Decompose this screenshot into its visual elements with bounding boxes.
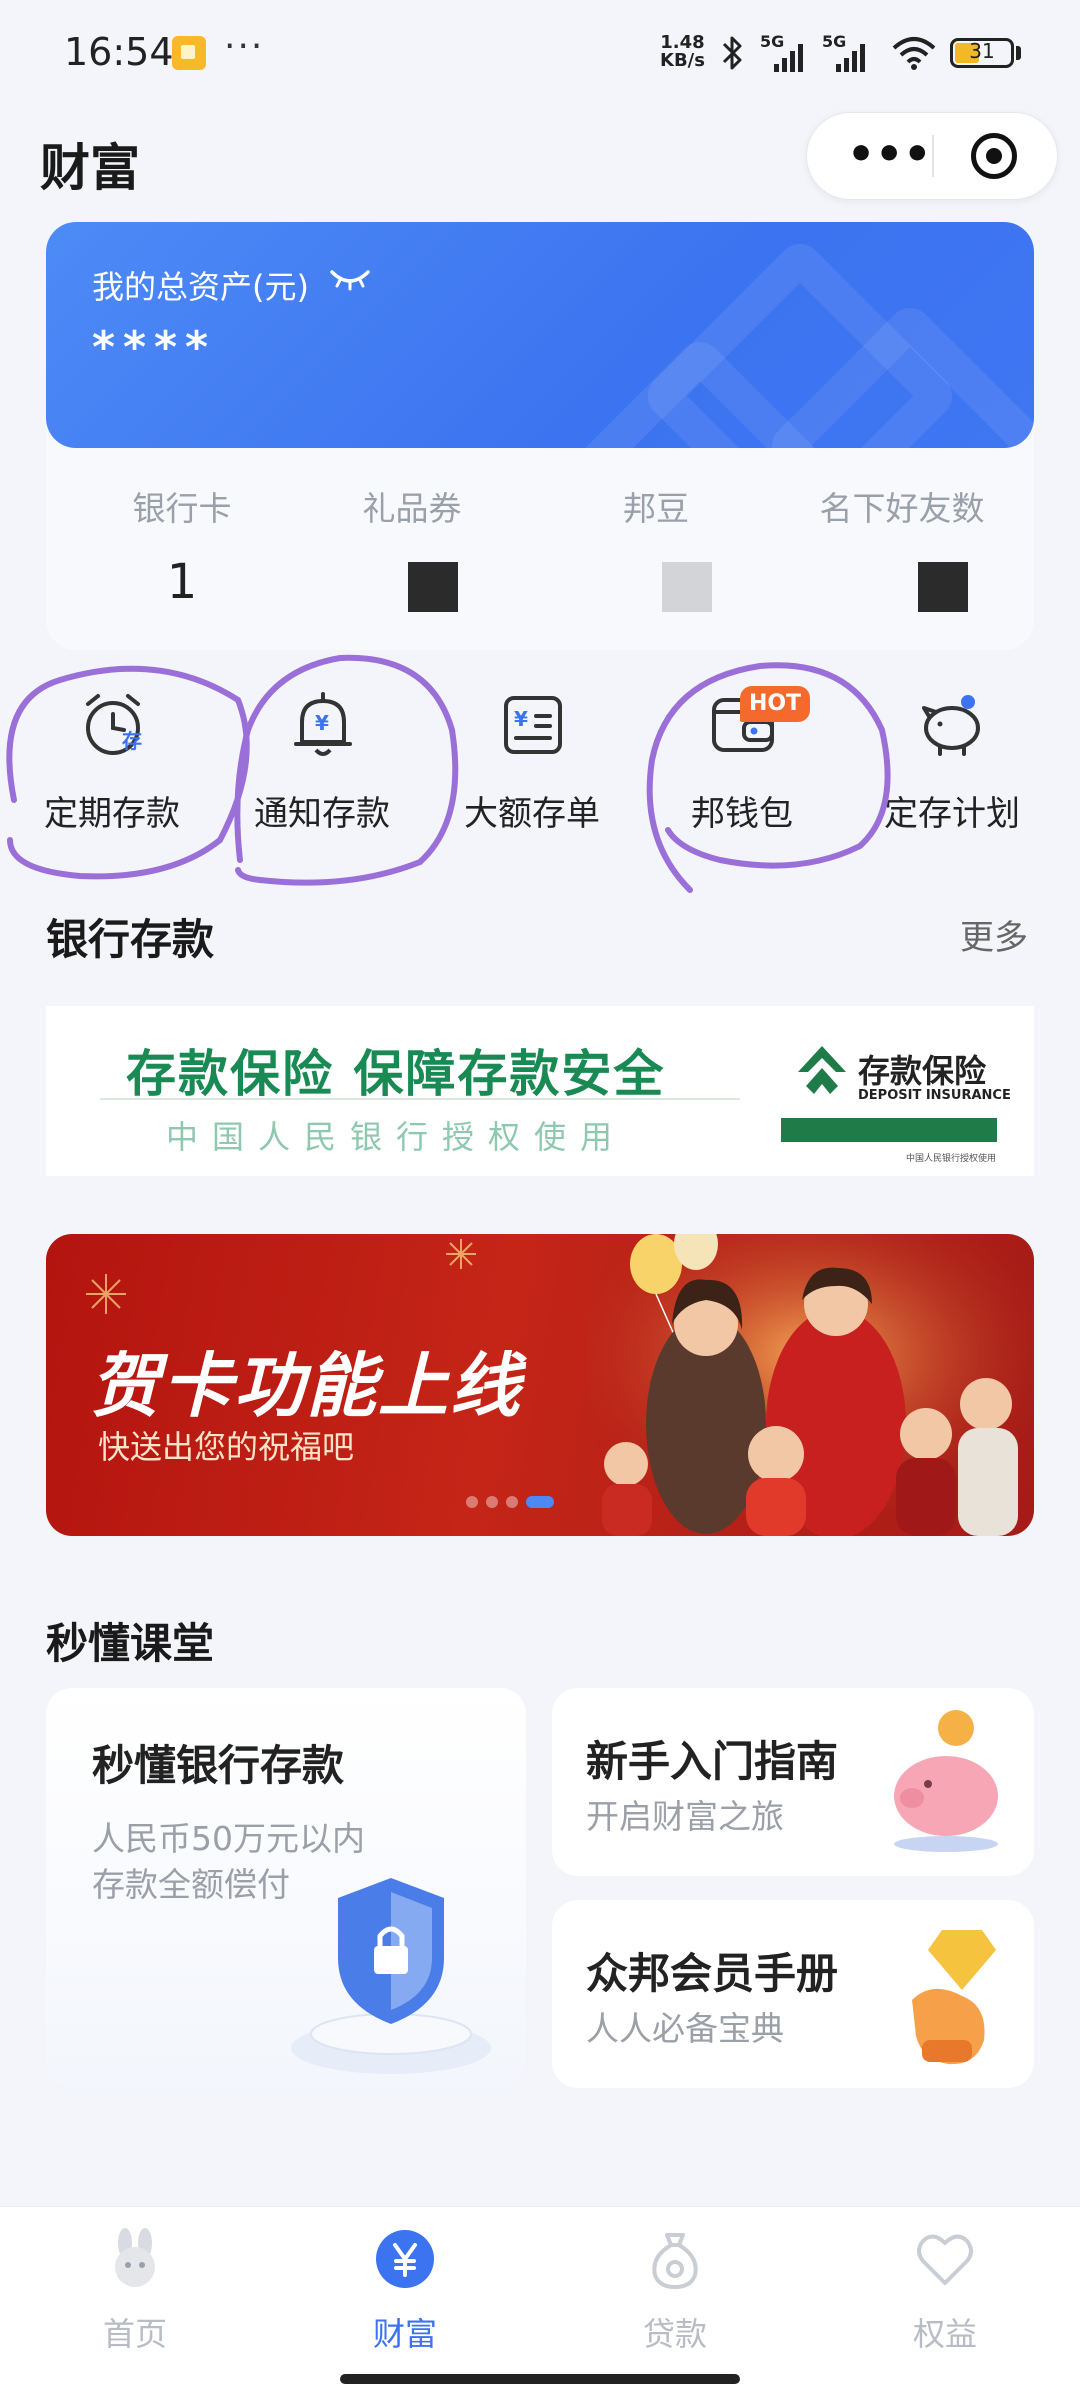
stat-label: 银行卡	[132, 489, 232, 528]
classroom-card-beginner-guide[interactable]: 新手入门指南 开启财富之旅	[552, 1688, 1034, 1876]
insurance-title: 存款保险 保障存款安全	[126, 1045, 666, 1103]
insurance-divider	[100, 1098, 740, 1100]
bottom-tab-bar: 首页 财富 贷款 权益	[0, 2206, 1080, 2401]
carousel-dot[interactable]	[506, 1496, 518, 1508]
bluetooth-icon	[722, 36, 742, 70]
classroom-card-member-handbook[interactable]: 众邦会员手册 人人必备宝典	[552, 1900, 1034, 2088]
status-bar: 16:54 ··· 1.48 KB/s 5G 5G 31	[0, 0, 1080, 100]
tab-label: 权益	[912, 2315, 977, 2353]
rabbit-icon	[115, 2228, 155, 2287]
insurance-logo-text: 存款保险	[858, 1052, 987, 1090]
family-celebration-illustration	[586, 1234, 1034, 1536]
money-bag-icon	[652, 2233, 698, 2290]
battery-tip	[1016, 46, 1021, 60]
battery-icon: 31	[950, 38, 1014, 68]
more-menu-button[interactable]: •••	[847, 127, 931, 183]
eye-closed-icon[interactable]	[328, 266, 372, 294]
carousel-dot[interactable]	[466, 1496, 478, 1508]
carousel-dot[interactable]	[486, 1496, 498, 1508]
close-target-button[interactable]	[971, 133, 1017, 179]
network-speed: 1.48 KB/s	[660, 34, 705, 70]
redacted-value	[662, 562, 712, 612]
card-subtitle: 人人必备宝典	[586, 2009, 784, 2048]
stat-value: 1	[166, 554, 198, 610]
stat-bank-card[interactable]: 银行卡 1	[60, 482, 304, 610]
stat-bang-beans[interactable]: 邦豆	[534, 482, 778, 612]
redacted-value	[408, 562, 458, 612]
total-assets-label: 我的总资产(元)	[92, 268, 309, 306]
more-link[interactable]: 更多	[960, 910, 1028, 959]
deposit-insurance-logo-icon	[798, 1046, 846, 1094]
stat-label: 礼品券	[362, 489, 462, 528]
heart-icon	[917, 2234, 973, 2285]
carousel-dot-active[interactable]	[526, 1496, 554, 1508]
card-title: 秒懂银行存款	[92, 1741, 345, 1790]
stat-label: 名下好友数	[819, 489, 985, 528]
section-title-bank-deposit: 银行存款	[46, 915, 215, 964]
insurance-logo-small-text: 中国人民银行授权使用	[906, 1154, 997, 1164]
network-speed-unit: KB/s	[660, 50, 705, 71]
insurance-logo-en: DEPOSIT INSURANCE	[858, 1088, 1011, 1103]
total-assets-card[interactable]: 我的总资产(元) ****	[46, 222, 1034, 448]
total-assets-value: ****	[92, 322, 217, 373]
promo-title: 贺卡功能上线	[90, 1345, 522, 1427]
stat-label: 邦豆	[623, 489, 689, 528]
greeting-card-promo-banner[interactable]: 贺卡功能上线 快送出您的祝福吧	[46, 1234, 1034, 1536]
stat-friends[interactable]: 名下好友数	[780, 482, 1024, 612]
piggy-bank-icon	[894, 1710, 998, 1852]
hand-gem-icon	[912, 1930, 996, 2065]
redacted-value	[918, 562, 968, 612]
insurance-logo-bar	[781, 1118, 997, 1142]
home-indicator[interactable]	[340, 2374, 740, 2384]
tab-label: 财富	[372, 2315, 437, 2353]
annotation-circles	[6, 654, 891, 893]
status-time: 16:54	[64, 30, 174, 74]
battery-percent: 31	[969, 39, 995, 63]
page-title: 财富	[40, 139, 140, 197]
shield-lock-icon	[291, 1878, 491, 2074]
tab-label: 首页	[102, 2315, 167, 2353]
promo-subtitle: 快送出您的祝福吧	[98, 1428, 355, 1466]
tab-label: 贷款	[642, 2315, 707, 2353]
wifi-icon	[892, 37, 936, 70]
stat-gift-coupon[interactable]: 礼品券	[290, 482, 534, 612]
more-notifications-icon: ···	[224, 26, 265, 67]
section-title-classroom: 秒懂课堂	[46, 1619, 215, 1668]
notification-app-icon	[172, 36, 206, 70]
card-title: 新手入门指南	[586, 1737, 839, 1786]
card-subtitle: 存款全额偿付	[92, 1865, 290, 1904]
yuan-icon	[376, 2230, 434, 2288]
mini-program-capsule: •••	[806, 112, 1058, 200]
card-subtitle: 人民币50万元以内	[92, 1819, 365, 1858]
card-title: 众邦会员手册	[586, 1949, 839, 1998]
deposit-insurance-banner[interactable]: 存款保险 保障存款安全 中国人民银行授权使用 存款保险 DEPOSIT INSU…	[46, 1006, 1034, 1176]
insurance-subtitle: 中国人民银行授权使用	[166, 1118, 627, 1156]
capsule-divider	[932, 135, 934, 177]
card-subtitle: 开启财富之旅	[586, 1797, 784, 1836]
classroom-card-deposit[interactable]: 秒懂银行存款 人民币50万元以内 存款全额偿付	[46, 1688, 526, 2088]
